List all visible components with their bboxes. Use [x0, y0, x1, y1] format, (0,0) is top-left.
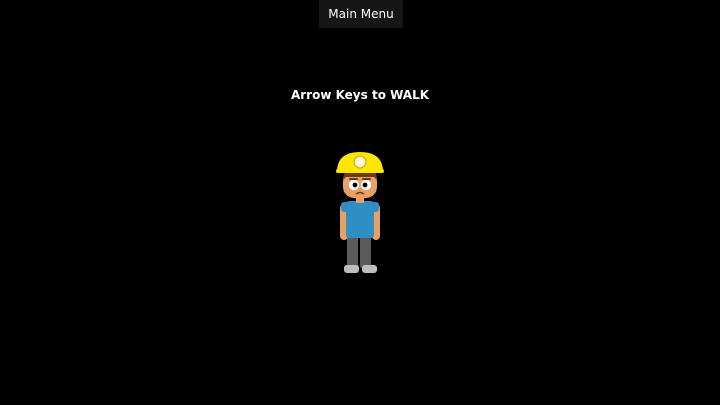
right-leg	[360, 234, 371, 268]
left-leg	[347, 234, 358, 268]
miner-character	[336, 152, 384, 273]
helmet-lamp-highlight	[356, 158, 364, 166]
walk-instruction-text: Arrow Keys to WALK	[290, 88, 430, 102]
main-menu-button[interactable]: Main Menu	[319, 0, 403, 28]
shirt	[346, 201, 374, 238]
left-pupil	[352, 182, 358, 188]
right-pupil	[362, 182, 368, 188]
left-eyebrow	[349, 178, 358, 180]
helmet-brim	[336, 169, 384, 173]
left-shoe	[344, 265, 359, 273]
right-shoe	[362, 265, 377, 273]
game-canvas[interactable]: Main Menu Arrow Keys to WALK	[0, 0, 720, 405]
right-eyebrow	[362, 178, 371, 180]
